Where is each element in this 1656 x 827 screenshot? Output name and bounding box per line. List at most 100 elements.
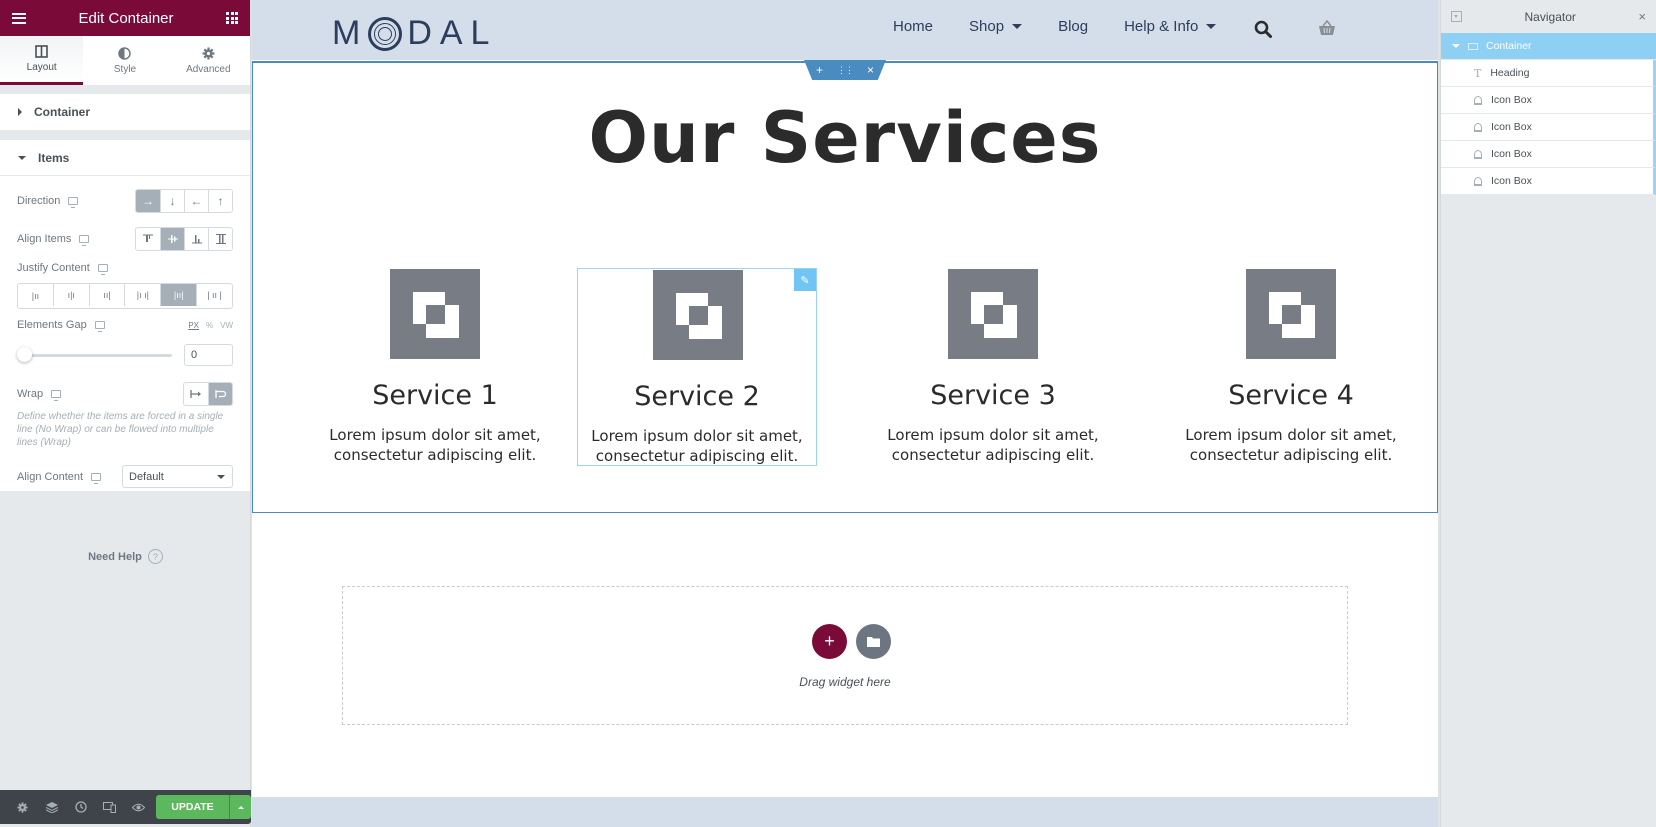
justify-center-button[interactable]: ı|ı	[52, 284, 89, 306]
justify-space-evenly-button[interactable]: | ıı |	[196, 284, 232, 306]
direction-column-reverse-button[interactable]: ↑	[208, 190, 232, 212]
nav-blog[interactable]: Blog	[1058, 18, 1088, 35]
direction-row-reverse-button[interactable]: ←	[184, 190, 208, 212]
justify-end-button[interactable]: ıı|	[88, 284, 125, 306]
responsive-icon[interactable]	[95, 790, 124, 824]
navigator-item-container[interactable]: Container	[1441, 33, 1656, 60]
icon-box-service-3[interactable]: Service 3 Lorem ipsum dolor sit amet, co…	[873, 268, 1113, 466]
caret-down-icon[interactable]	[1452, 44, 1460, 48]
justify-space-around-button[interactable]: |ıı|	[160, 284, 197, 306]
align-items-label: Align Items	[17, 233, 72, 245]
tab-layout[interactable]: Layout	[0, 36, 84, 85]
icon-box-service-2[interactable]: Service 2 Lorem ipsum dolor sit amet, co…	[577, 268, 817, 466]
navigator-item-heading[interactable]: T Heading	[1441, 60, 1656, 87]
icon-box-icon	[1474, 95, 1482, 105]
collapse-all-icon[interactable]	[1451, 11, 1462, 22]
icon-box-icon	[1474, 176, 1482, 186]
navigator-item-label: Icon Box	[1491, 94, 1532, 106]
icon-box-service-4[interactable]: Service 4 Lorem ipsum dolor sit amet, co…	[1171, 268, 1411, 466]
align-stretch-button[interactable]	[208, 228, 232, 250]
folder-icon	[867, 637, 880, 647]
preview-eye-icon[interactable]	[124, 790, 153, 824]
help-icon: ?	[147, 549, 163, 564]
tab-label: Layout	[26, 62, 57, 73]
direction-row-button[interactable]: →	[136, 190, 160, 212]
section-container[interactable]: Container	[0, 94, 250, 130]
desktop-icon[interactable]	[79, 235, 90, 246]
service-description: Lorem ipsum dolor sit amet, consectetur …	[887, 426, 1099, 464]
heading-t-icon: T	[1474, 66, 1482, 80]
site-logo[interactable]: M DAL	[332, 14, 497, 53]
panel-tabs: Layout Style Advanced	[0, 36, 250, 85]
nav-label: Shop	[969, 18, 1005, 35]
desktop-icon[interactable]	[97, 264, 108, 275]
tab-style[interactable]: Style	[83, 36, 166, 85]
nav-shop[interactable]: Shop	[969, 18, 1023, 35]
no-wrap-icon	[190, 390, 201, 398]
basket-icon[interactable]	[1318, 20, 1336, 36]
justify-content-control: |ıı ı|ı ıı| |ı ı| |ıı| | ıı |	[17, 283, 233, 309]
unit-px[interactable]: PX	[188, 321, 199, 330]
navigator-item-icon-box[interactable]: Icon Box	[1441, 141, 1656, 168]
navigator-item-icon-box[interactable]: Icon Box	[1441, 168, 1656, 195]
slider-handle[interactable]	[17, 347, 32, 362]
caret-down-icon	[1206, 24, 1217, 29]
navigator-header: Navigator ×	[1441, 0, 1656, 33]
gear-icon	[202, 47, 215, 59]
desktop-icon[interactable]	[51, 390, 62, 401]
justify-space-between-button[interactable]: |ı ı|	[124, 284, 161, 306]
widget-drop-zone[interactable]: + Drag widget here	[342, 586, 1348, 725]
hamburger-menu-icon[interactable]	[12, 12, 26, 24]
section-heading[interactable]: Our Services	[252, 97, 1438, 179]
tab-advanced[interactable]: Advanced	[167, 36, 250, 85]
wrap-icon	[214, 390, 226, 398]
navigator-item-label: Icon Box	[1491, 121, 1532, 133]
delete-container-button[interactable]: ×	[867, 63, 874, 77]
justify-start-button[interactable]: |ıı	[18, 284, 53, 308]
desktop-icon[interactable]	[68, 197, 79, 208]
panel-header: Edit Container	[0, 0, 250, 36]
drop-zone-hint: Drag widget here	[799, 675, 891, 689]
wrap-button[interactable]	[208, 383, 232, 405]
unit-vw[interactable]: VW	[220, 321, 233, 330]
update-options-caret-icon[interactable]	[229, 795, 251, 819]
close-icon[interactable]: ×	[1638, 9, 1646, 24]
align-start-button[interactable]	[136, 228, 160, 250]
template-library-button[interactable]	[856, 624, 891, 659]
edit-pencil-icon[interactable]: ✎	[794, 269, 816, 291]
unit-percent[interactable]: %	[206, 321, 213, 330]
navigator-item-icon-box[interactable]: Icon Box	[1441, 114, 1656, 141]
direction-column-button[interactable]: ↓	[160, 190, 184, 212]
add-element-button[interactable]: +	[816, 63, 823, 77]
align-end-icon	[191, 235, 202, 244]
nav-home[interactable]: Home	[893, 18, 933, 35]
align-content-select[interactable]: Default	[122, 465, 233, 488]
search-icon[interactable]	[1254, 20, 1272, 38]
desktop-icon[interactable]	[94, 321, 105, 332]
section-items[interactable]: Items	[0, 140, 250, 176]
service-title: Service 1	[372, 380, 498, 411]
layers-icon[interactable]	[37, 790, 66, 824]
align-center-button[interactable]	[160, 228, 184, 250]
update-button[interactable]: UPDATE	[156, 795, 229, 819]
site-header: M DAL Home Shop Blog Help & Info	[252, 0, 1438, 60]
elements-gap-slider[interactable]	[17, 347, 172, 363]
elements-gap-input[interactable]: 0	[184, 344, 233, 366]
align-end-button[interactable]	[184, 228, 208, 250]
section-label: Items	[38, 150, 70, 165]
settings-icon[interactable]	[8, 790, 37, 824]
need-help-link[interactable]: Need Help ?	[0, 549, 251, 564]
icon-box-service-1[interactable]: Service 1 Lorem ipsum dolor sit amet, co…	[315, 268, 555, 466]
wrap-description: Define whether the items are forced in a…	[17, 411, 224, 448]
service-title: Service 2	[634, 381, 760, 412]
no-wrap-button[interactable]	[184, 383, 208, 405]
history-icon[interactable]	[66, 790, 95, 824]
nav-help-info[interactable]: Help & Info	[1124, 18, 1217, 35]
service-icon	[390, 269, 480, 359]
wrap-label: Wrap	[17, 388, 44, 400]
navigator-item-icon-box[interactable]: Icon Box	[1441, 87, 1656, 114]
add-section-button[interactable]: +	[812, 624, 847, 659]
widgets-grid-icon[interactable]	[226, 12, 238, 24]
drag-handle-icon[interactable]: ⋮⋮	[837, 65, 854, 76]
desktop-icon[interactable]	[91, 472, 102, 484]
